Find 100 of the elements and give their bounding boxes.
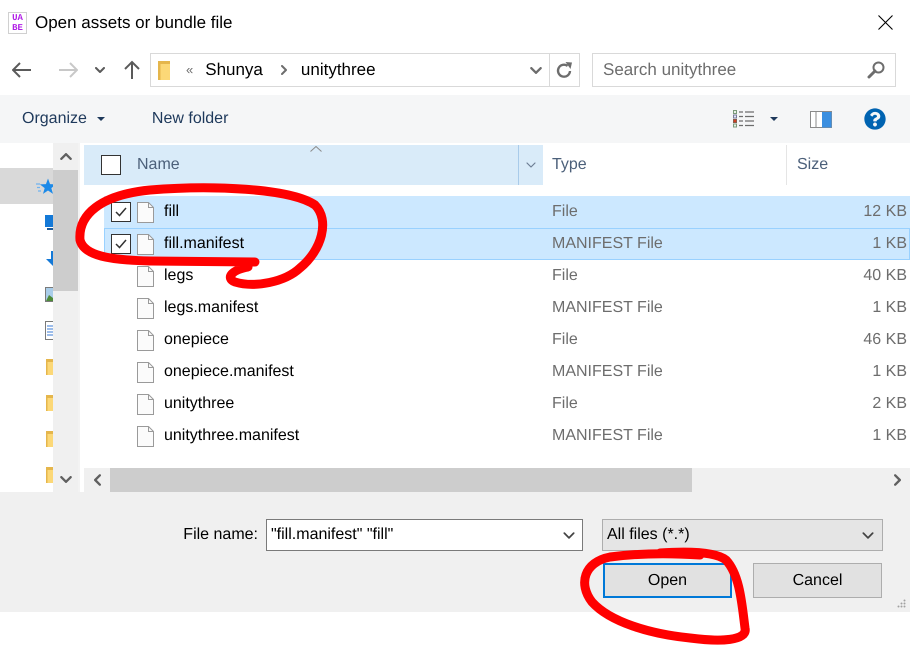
file-size: 1 KB [872,298,907,318]
chevron-down-icon [60,476,72,482]
row-checkbox[interactable] [111,202,131,222]
caret-icon [770,117,778,121]
chevron-down-icon [530,66,542,74]
file-name: onepiece [164,330,229,350]
file-type: File [552,203,578,220]
open-button[interactable]: Open [603,563,732,598]
file-icon [137,234,154,254]
folder-icon [46,466,53,482]
file-icon [137,298,154,318]
chevron-down-icon [862,532,874,538]
chevron-down-icon[interactable] [563,532,575,539]
file-size: 40 KB [863,266,907,286]
file-icon [137,426,154,446]
file-type: MANIFEST File [552,363,663,380]
file-type-dropdown[interactable]: All files (*.*) [602,519,883,551]
chevron-right-icon [894,474,900,486]
column-header[interactable]: Name [84,145,543,185]
file-size: 1 KB [872,362,907,382]
file-row[interactable]: legs File 40 KB [104,260,910,292]
view-options-button[interactable] [733,110,778,128]
address-bar[interactable]: « Shunya unitythree [150,53,580,87]
scroll-thumb[interactable] [110,468,692,492]
resize-grip-icon[interactable] [897,599,906,608]
app-logo: UABE [8,12,27,34]
file-icon [137,362,154,382]
new-folder-button[interactable]: New folder [152,107,228,131]
row-checkbox[interactable] [111,234,131,254]
file-size: 46 KB [863,330,907,350]
file-icon [137,266,154,286]
chevron-down-icon [95,67,105,73]
file-name: legs.manifest [164,298,258,318]
breadcrumb-overflow[interactable]: « [186,60,194,80]
file-name: unitythree [164,394,234,414]
forward-arrow-icon [58,62,78,78]
folder-icon [46,430,53,446]
up-arrow-icon [124,60,140,80]
folder-icon [46,358,53,374]
file-row[interactable]: fill File 12 KB [104,196,910,228]
scroll-thumb[interactable] [53,170,78,291]
checkmark-icon [115,239,127,249]
nav-item[interactable] [0,168,53,204]
file-name: unitythree.manifest [164,426,300,446]
close-icon [878,15,892,30]
file-name: fill.manifest [164,234,244,254]
file-name-field[interactable]: "fill.manifest" "fill" [266,519,583,551]
file-size: 12 KB [863,202,907,222]
search-icon [867,61,885,79]
picture-icon [45,286,53,302]
chevron-left-icon [94,474,100,486]
help-icon [864,108,886,130]
preview-pane-icon [810,110,832,128]
file-name: onepiece.manifest [164,362,294,382]
folder-icon [46,394,53,410]
checkmark-icon [115,207,127,217]
chevron-down-icon [526,162,536,168]
file-type: File [552,395,578,412]
folder-icon [158,60,170,80]
window-title: Open assets or bundle file [35,12,233,34]
file-type: File [552,267,578,284]
file-type: MANIFEST File [552,235,663,252]
chevron-up-icon [60,152,72,160]
file-icon [137,202,154,222]
file-size: 1 KB [872,234,907,254]
column-header[interactable]: Size [787,145,910,185]
file-icon [137,330,154,350]
help-button[interactable] [864,108,886,130]
file-row[interactable]: unitythree File 2 KB [104,388,910,420]
file-type: File [552,331,578,348]
cancel-button[interactable]: Cancel [753,563,882,598]
caret-icon [96,117,105,121]
document-icon [45,320,53,340]
breadcrumb-item[interactable]: unitythree [300,57,376,83]
organize-button[interactable]: Organize [22,107,105,131]
details-view-icon [733,110,754,128]
file-type: MANIFEST File [552,427,663,444]
preview-pane-button[interactable] [810,110,832,128]
file-name-label: File name: [183,525,258,545]
download-arrow-icon [45,250,53,266]
breadcrumb-item[interactable]: Shunya [205,57,263,83]
file-row[interactable]: onepiece.manifest MANIFEST File 1 KB [104,356,910,388]
file-row[interactable]: fill.manifest MANIFEST File 1 KB [104,228,910,260]
chevron-right-icon [280,65,287,75]
search-field[interactable]: Search unitythree [592,53,896,87]
select-all-checkbox[interactable] [101,155,121,175]
sort-caret-icon [310,146,322,152]
column-header[interactable]: Type [543,145,787,185]
file-type: MANIFEST File [552,299,663,316]
file-row[interactable]: legs.manifest MANIFEST File 1 KB [104,292,910,324]
file-row[interactable]: onepiece File 46 KB [104,324,910,356]
star-icon [36,178,53,194]
monitor-icon [45,214,53,230]
file-size: 1 KB [872,426,907,446]
back-arrow-icon [12,62,32,78]
file-icon [137,394,154,414]
file-row[interactable]: unitythree.manifest MANIFEST File 1 KB [104,420,910,452]
refresh-icon [556,61,573,79]
file-name: fill [164,202,180,222]
file-size: 2 KB [872,394,907,414]
